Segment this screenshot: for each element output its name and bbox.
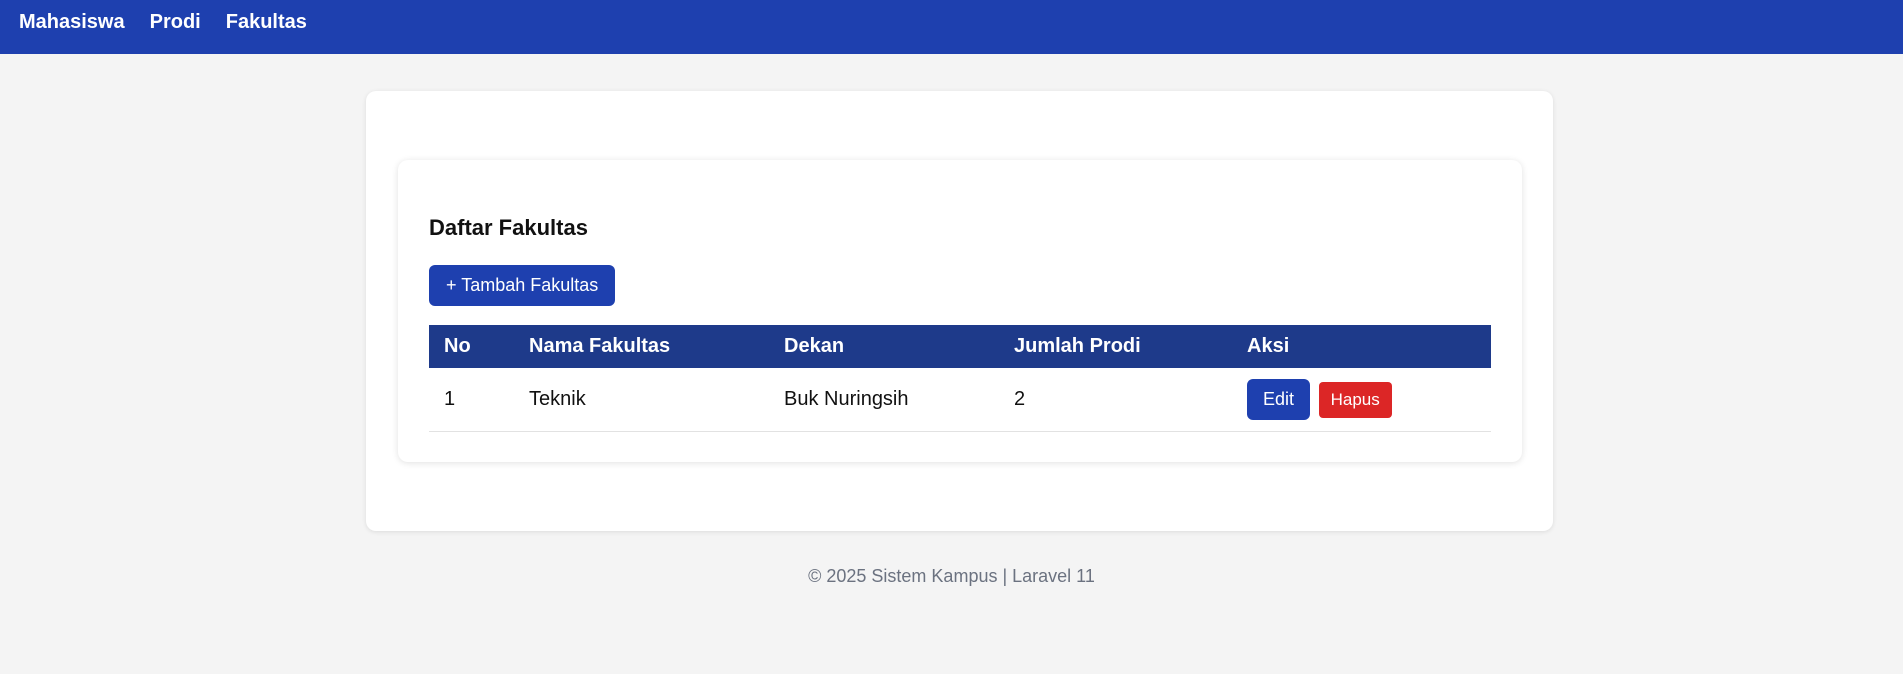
nav-link-fakultas[interactable]: Fakultas [226, 11, 307, 34]
cell-nama-fakultas: Teknik [514, 368, 769, 432]
table-header-row: No Nama Fakultas Dekan Jumlah Prodi Aksi [429, 325, 1491, 368]
column-header-aksi: Aksi [1247, 335, 1290, 357]
table-body: 1 Teknik Buk Nuringsih 2 Edit Hapus [429, 368, 1491, 432]
table-header: No Nama Fakultas Dekan Jumlah Prodi Aksi [429, 325, 1491, 368]
page-title: Daftar Fakultas [429, 215, 588, 240]
cell-aksi: Edit Hapus [1232, 368, 1491, 432]
fakultas-table: No Nama Fakultas Dekan Jumlah Prodi Aksi… [429, 325, 1491, 432]
main-container: Daftar Fakultas + Tambah Fakultas No Nam… [366, 91, 1553, 531]
cell-dekan: Buk Nuringsih [769, 368, 999, 432]
column-header-nama-fakultas: Nama Fakultas [529, 335, 671, 357]
nav-link-mahasiswa[interactable]: Mahasiswa [19, 11, 125, 34]
delete-button[interactable]: Hapus [1318, 381, 1392, 418]
add-fakultas-button[interactable]: + Tambah Fakultas [429, 265, 616, 306]
top-navbar: Mahasiswa Prodi Fakultas [0, 0, 1903, 54]
footer-text: © 2025 Sistem Kampus | Laravel 11 [808, 566, 1095, 586]
column-header-dekan: Dekan [784, 335, 845, 357]
fakultas-card: Daftar Fakultas + Tambah Fakultas No Nam… [398, 160, 1522, 462]
nav-link-prodi[interactable]: Prodi [150, 11, 201, 34]
column-header-no: No [444, 335, 471, 357]
edit-button[interactable]: Edit [1247, 379, 1311, 420]
cell-jumlah-prodi: 2 [999, 368, 1232, 432]
table-row: 1 Teknik Buk Nuringsih 2 Edit Hapus [429, 368, 1491, 432]
column-header-jumlah-prodi: Jumlah Prodi [1014, 335, 1141, 357]
cell-no: 1 [429, 368, 514, 432]
